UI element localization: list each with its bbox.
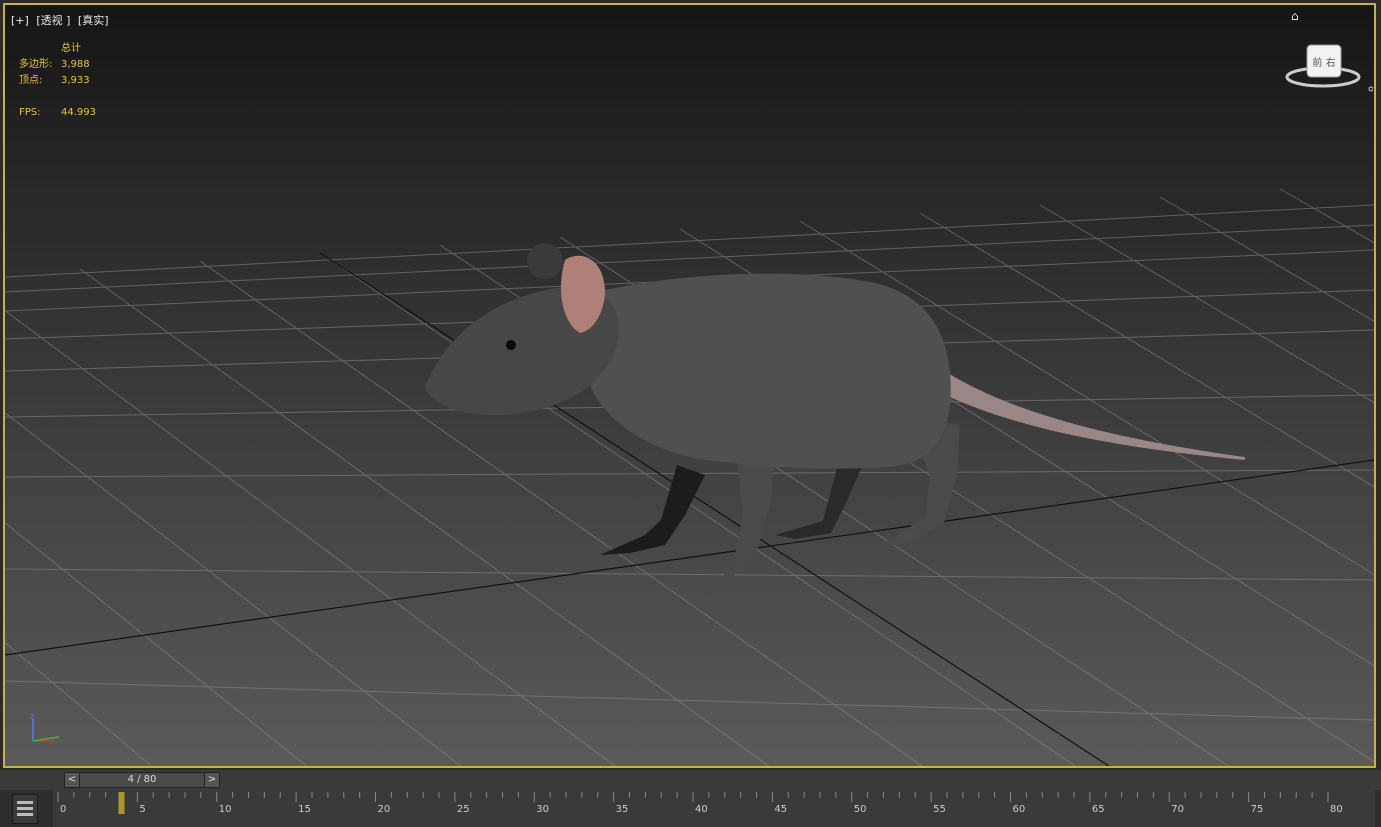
stats-fps-label: FPS: bbox=[19, 107, 41, 118]
time-slider-bar: < 4 / 80 > bbox=[0, 770, 1381, 790]
stats-polys-label: 多边形: bbox=[19, 59, 53, 70]
curve-editor-toggle-icon[interactable] bbox=[12, 794, 38, 824]
stats-polys-value: 3,988 bbox=[61, 59, 90, 70]
prev-frame-button[interactable]: < bbox=[64, 772, 80, 788]
grid-line bbox=[919, 212, 1374, 488]
ruler-tick-label: 10 bbox=[219, 804, 232, 815]
stats-fps-row: FPS: 44.993 bbox=[19, 105, 96, 121]
rat-ear-back bbox=[527, 243, 563, 279]
ruler-tick-label: 65 bbox=[1092, 804, 1105, 815]
viewport-general-menu[interactable]: [+] bbox=[11, 14, 29, 27]
rat-tail bbox=[935, 365, 1245, 460]
frame-ruler[interactable]: 0 5 10 15 20 25 30 35 40 45 50 55 60 65 70 75 80 bbox=[53, 790, 1375, 827]
viewport-point-of-view-menu[interactable]: [透视 ] bbox=[36, 14, 70, 27]
viewport-shading-menu[interactable]: [真实] bbox=[78, 14, 109, 27]
next-frame-button[interactable]: > bbox=[204, 772, 220, 788]
grid-line bbox=[5, 680, 1374, 721]
ruler-tick-label: 60 bbox=[1013, 804, 1026, 815]
rat-model[interactable] bbox=[425, 243, 1245, 597]
grid-line bbox=[5, 412, 462, 766]
grid-line bbox=[5, 204, 1374, 278]
stats-fps-value: 44.993 bbox=[61, 107, 96, 118]
ruler-tick-label: 30 bbox=[536, 804, 549, 815]
stats-verts-label: 顶点: bbox=[19, 75, 43, 86]
ruler-tick-label: 75 bbox=[1251, 804, 1264, 815]
grid-line bbox=[5, 522, 308, 766]
ruler-tick-label: 55 bbox=[933, 804, 946, 815]
grid-line bbox=[1279, 188, 1374, 244]
statistics-overlay: 总计 多边形: 3,988 顶点: 3,933 FPS: 44.993 bbox=[19, 41, 96, 121]
viewcube-compass-dot bbox=[1368, 86, 1373, 92]
ruler-tick-label: 40 bbox=[695, 804, 708, 815]
stats-header: 总计 bbox=[61, 43, 81, 54]
ruler-tick-label: 70 bbox=[1171, 804, 1184, 815]
stats-polys-row: 多边形: 3,988 bbox=[19, 57, 96, 73]
ground-grid bbox=[5, 188, 1374, 766]
viewcube-face-label: 前 右 bbox=[1312, 56, 1335, 69]
viewcube[interactable]: 前 右 bbox=[1283, 39, 1373, 95]
ruler-tick-label: 45 bbox=[774, 804, 787, 815]
ruler-tick-label: 35 bbox=[616, 804, 629, 815]
axis-z-label: z bbox=[30, 712, 34, 721]
viewport-menu: [+] [透视 ] [真实] bbox=[11, 12, 113, 28]
ruler-tick-label: 25 bbox=[457, 804, 470, 815]
grid-line bbox=[1039, 204, 1374, 404]
stats-verts-value: 3,933 bbox=[61, 75, 90, 86]
rat-body bbox=[582, 273, 951, 469]
ruler-tick-label: 15 bbox=[298, 804, 311, 815]
ruler-tick-label: 80 bbox=[1330, 804, 1343, 815]
axis-tripod: z bbox=[30, 712, 60, 742]
time-slider-thumb[interactable]: 4 / 80 bbox=[79, 772, 205, 788]
grid-line bbox=[5, 568, 1374, 581]
scene-3d[interactable] bbox=[5, 5, 1374, 766]
rat-eye bbox=[506, 340, 516, 350]
perspective-viewport[interactable]: [+] [透视 ] [真实] 总计 多边形: 3,988 顶点: 3,933 F… bbox=[3, 3, 1376, 768]
ruler-tick-label: 0 bbox=[60, 804, 66, 815]
ruler-tick-label: 50 bbox=[854, 804, 867, 815]
current-frame-marker bbox=[118, 792, 125, 814]
trackbar[interactable]: 0 5 10 15 20 25 30 35 40 45 50 55 60 65 70 75 80 bbox=[0, 790, 1381, 827]
ruler-tick-label: 5 bbox=[139, 804, 145, 815]
grid-line bbox=[1159, 196, 1374, 322]
ruler-tick-label: 20 bbox=[378, 804, 391, 815]
stats-verts-row: 顶点: 3,933 bbox=[19, 73, 96, 89]
home-icon[interactable]: ⌂ bbox=[1291, 9, 1299, 23]
